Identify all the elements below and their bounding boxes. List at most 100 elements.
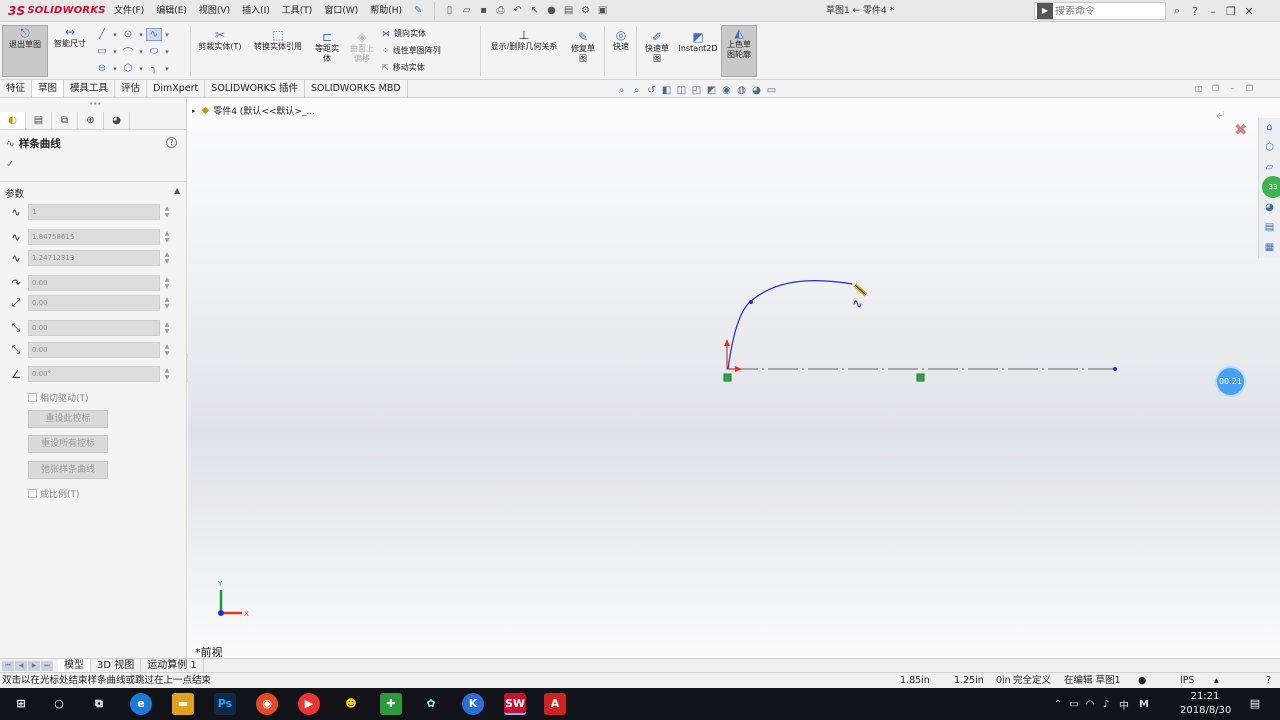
search-input[interactable]	[1055, 5, 1163, 17]
repair-sketch-button[interactable]: ✎ 修复草 图	[566, 30, 600, 74]
spinner-icon[interactable]: ▲ ▼	[163, 321, 171, 335]
panel-handle-icon[interactable]: •••	[89, 100, 101, 108]
circle-icon[interactable]: ⊙	[120, 29, 136, 40]
rapid-sketch-button[interactable]: ✐ 快速草 图	[640, 30, 674, 74]
windows-start-icon[interactable]: ⊞	[10, 693, 32, 715]
first-tab-icon[interactable]: ⏮	[2, 660, 14, 671]
spinner-icon[interactable]: ▲ ▼	[163, 205, 171, 219]
app-icon[interactable]: ✚	[380, 693, 402, 715]
settings-app-icon[interactable]: ✿	[420, 693, 442, 715]
rebuild-icon[interactable]: ●	[543, 5, 560, 16]
move-entities-button[interactable]: ⇱ 移动实体	[382, 60, 425, 76]
home-icon[interactable]: ⌂	[1259, 118, 1280, 138]
menu-tools[interactable]: 工具(T)	[276, 0, 319, 22]
save-icon[interactable]: ▪	[475, 5, 492, 16]
next-tab-icon[interactable]: ▶	[28, 660, 40, 671]
open-icon[interactable]: ▱	[458, 5, 475, 16]
proportional-checkbox[interactable]: 成比例(T)	[28, 487, 80, 500]
reset-all-handles-button[interactable]: 重设所有控标	[28, 435, 108, 453]
viewport-restore-icon[interactable]: ❐	[1207, 84, 1224, 93]
spline-point-field[interactable]: 1	[28, 204, 160, 220]
restore-icon[interactable]: ❐	[1222, 5, 1240, 18]
ok-check-icon[interactable]: ✓	[6, 159, 14, 170]
browser-icon[interactable]: e	[130, 693, 152, 715]
chevron-down-icon[interactable]: ▾	[136, 48, 146, 56]
menu-edit[interactable]: 编辑(E)	[150, 0, 193, 22]
zoom-fit-icon[interactable]: ⌕	[614, 85, 629, 96]
relax-spline-button[interactable]: 弛张样条曲线	[28, 461, 108, 479]
midpoint-relation-icon[interactable]	[916, 373, 925, 382]
display-manager-tab-icon[interactable]: ◕	[104, 112, 130, 129]
reset-handle-button[interactable]: 重设此控标	[28, 410, 108, 428]
zoom-area-icon[interactable]: ⌕	[629, 85, 644, 96]
section-view-icon[interactable]: ◧	[659, 85, 674, 96]
menu-help[interactable]: 帮助(H)	[364, 0, 408, 22]
notification-badge[interactable]: 33	[1262, 176, 1280, 198]
spinner-icon[interactable]: ▲ ▼	[163, 251, 171, 265]
volume-icon[interactable]: ♪	[1098, 699, 1114, 710]
prev-tab-icon[interactable]: ◀	[15, 660, 27, 671]
display-style-icon[interactable]: ◩	[704, 85, 719, 96]
spline-curve[interactable]	[727, 280, 853, 370]
dimxpert-tab-icon[interactable]: ⊕	[78, 112, 104, 129]
tab-dimxpert[interactable]: DimXpert	[147, 80, 206, 97]
tab-mbd[interactable]: SOLIDWORKS MBD	[305, 80, 408, 97]
video-app-icon[interactable]: ▶	[298, 693, 320, 715]
resources-icon[interactable]: ⬡	[1259, 138, 1280, 158]
offset-entities-button[interactable]: ⊏ 等距实 体	[310, 30, 344, 74]
viewport-minimize-icon[interactable]: –	[1224, 84, 1241, 93]
undo-icon[interactable]: ↶	[509, 5, 526, 16]
menu-file[interactable]: 文件(F)	[108, 0, 150, 22]
cortana-icon[interactable]: ○	[48, 693, 70, 715]
options-icon[interactable]: ⚙	[577, 5, 594, 16]
ime-mode[interactable]: M	[1134, 699, 1154, 710]
chevron-down-icon[interactable]: ▾	[136, 65, 146, 73]
unit-system[interactable]: IPS	[1180, 673, 1195, 688]
menu-insert[interactable]: 插入(I)	[236, 0, 276, 22]
print-icon[interactable]: ⎙	[492, 5, 509, 16]
config-manager-tab-icon[interactable]: ⧉	[52, 112, 78, 129]
viewport-maximize-icon[interactable]: ❐	[1241, 84, 1258, 93]
spinner-icon[interactable]: ▲ ▼	[163, 367, 171, 381]
tab-3d-views[interactable]: 3D 视图	[91, 659, 142, 672]
spinner-icon[interactable]: ▲ ▼	[163, 230, 171, 244]
view-orientation-icon[interactable]: ◰	[689, 85, 704, 96]
task-view-icon[interactable]: ⧉	[88, 693, 110, 715]
angle-field[interactable]: 0.00°	[28, 366, 160, 382]
tab-features[interactable]: 特征	[0, 80, 33, 97]
linear-pattern-button[interactable]: ⁘ 线性草图阵列	[382, 43, 441, 59]
recording-timer[interactable]: 00:21	[1215, 366, 1246, 397]
chevron-down-icon[interactable]: ▾	[110, 31, 120, 39]
pin-icon[interactable]: ✎	[408, 5, 428, 16]
tangent-weight-1-field[interactable]: 0.00	[28, 275, 160, 291]
tab-addins[interactable]: SOLIDWORKS 插件	[205, 80, 305, 97]
design-library-icon[interactable]: ▱	[1259, 158, 1280, 178]
solidworks-logo[interactable]: 3S SOLIDWORKS	[0, 0, 108, 22]
feature-tree-tab-icon[interactable]: ◐	[0, 112, 26, 129]
collapse-icon[interactable]: ▲	[174, 186, 180, 195]
ime-indicator[interactable]: 中	[1114, 697, 1134, 712]
tab-sketch[interactable]: 草图	[32, 80, 65, 97]
tangent-driving-checkbox[interactable]: 相切驱动(T)	[28, 391, 89, 404]
search-box[interactable]: ▶	[1034, 2, 1166, 20]
minimize-icon[interactable]: –	[1204, 5, 1222, 18]
help-icon[interactable]: ?	[1186, 5, 1204, 18]
previous-view-icon[interactable]: ↺	[644, 85, 659, 96]
notifications-icon[interactable]: ▤	[1244, 693, 1266, 715]
dynamic-annotation-icon[interactable]: ◫	[674, 85, 689, 96]
line-icon[interactable]: ╱	[94, 29, 110, 40]
forum-icon[interactable]: ▦	[1259, 238, 1280, 258]
view-settings-icon[interactable]: ▭	[764, 85, 779, 96]
qq-icon[interactable]: ☻	[340, 693, 362, 715]
select-icon[interactable]: ↖	[526, 5, 543, 16]
spline-point[interactable]	[749, 300, 753, 304]
tangent-radial-2-field[interactable]: 0.00	[28, 342, 160, 358]
window-icon[interactable]: ▣	[594, 5, 611, 16]
mirror-entities-button[interactable]: ⋈ 镜向实体	[382, 26, 426, 42]
apply-scene-icon[interactable]: ◕	[749, 85, 764, 96]
property-manager-tab-icon[interactable]: ▤	[26, 112, 52, 129]
spinner-icon[interactable]: ▲ ▼	[163, 296, 171, 310]
file-props-icon[interactable]: ▤	[560, 5, 577, 16]
exit-sketch-button[interactable]: ⎋ 退出草图	[2, 25, 48, 77]
battery-icon[interactable]: ▭	[1066, 699, 1082, 710]
